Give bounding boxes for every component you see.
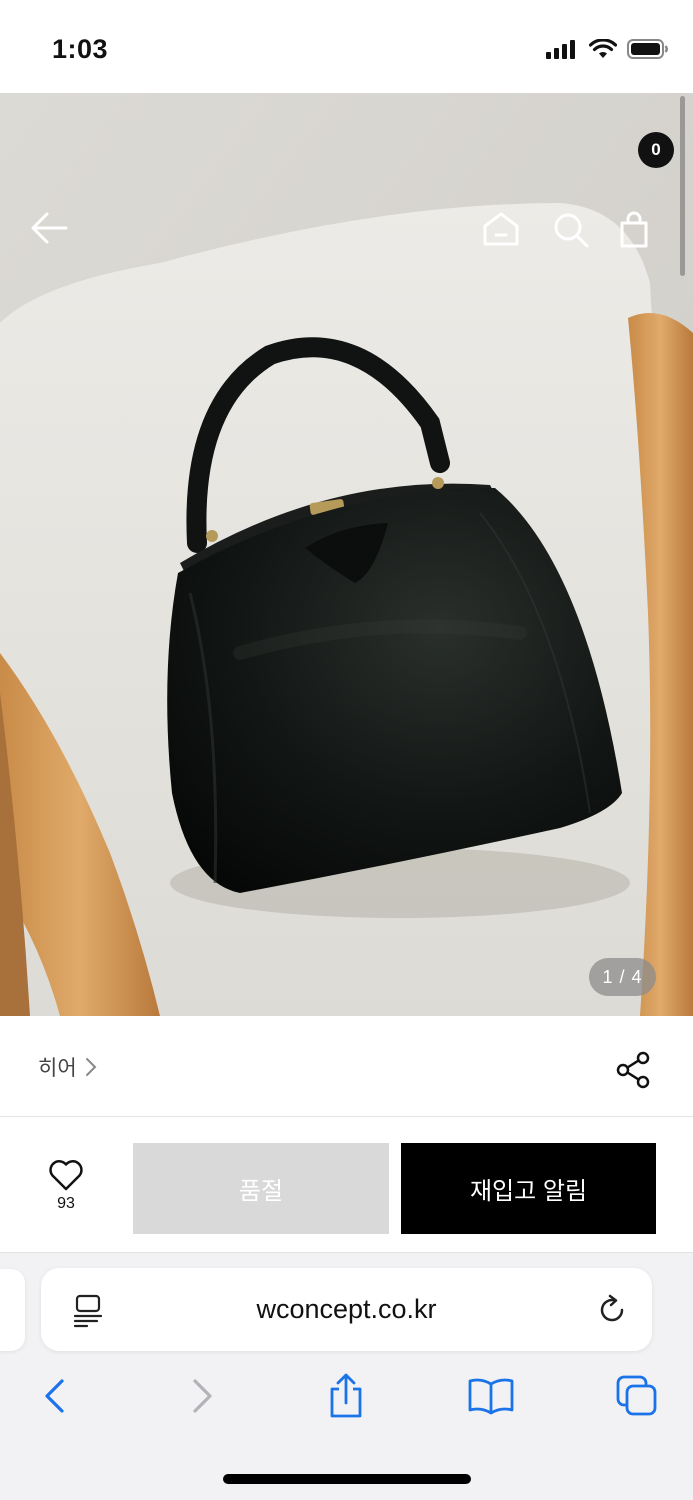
bookmarks-button[interactable]: [466, 1371, 516, 1421]
home-icon: [483, 212, 519, 246]
back-button[interactable]: [30, 211, 80, 261]
status-time: 1:03: [52, 34, 109, 64]
brand-row: 히어 F C B: [0, 1016, 693, 1132]
chevron-left-icon: [45, 1379, 64, 1413]
browser-back-button[interactable]: [29, 1371, 79, 1421]
shopping-bag-icon: [620, 211, 648, 248]
url-text: wconcept.co.kr: [256, 1294, 437, 1324]
browser-forward-button[interactable]: [178, 1371, 228, 1421]
cart-count-badge: 0: [638, 132, 674, 168]
arrow-left-icon: [31, 212, 68, 244]
status-bar: 1:03: [0, 0, 693, 93]
chevron-right-icon: [193, 1379, 212, 1413]
restock-alert-button[interactable]: 재입고 알림: [401, 1143, 656, 1234]
search-icon: [554, 213, 589, 248]
chevron-right-icon: [85, 1058, 97, 1076]
search-button[interactable]: [552, 211, 598, 257]
share-sheet-icon: [330, 1373, 362, 1418]
share-button[interactable]: [614, 1050, 654, 1090]
scroll-indicator[interactable]: [680, 96, 685, 276]
reload-icon[interactable]: [595, 1293, 629, 1327]
share-sheet-button[interactable]: [321, 1371, 371, 1421]
book-icon: [468, 1378, 514, 1415]
signal-icon: [546, 40, 575, 59]
like-count: 93: [57, 1195, 75, 1212]
cart-button[interactable]: [618, 211, 658, 257]
soldout-button[interactable]: 품절: [133, 1143, 389, 1234]
wifi-icon: [589, 39, 617, 58]
previous-tab-peek[interactable]: [0, 1269, 25, 1351]
share-icon: [616, 1051, 650, 1089]
heart-icon: [49, 1160, 83, 1191]
browser-toolbar: wconcept.co.kr: [0, 1252, 693, 1500]
tabs-icon: [616, 1375, 657, 1416]
home-indicator[interactable]: [223, 1474, 471, 1484]
like-button[interactable]: 93: [36, 1159, 96, 1213]
product-image-carousel[interactable]: 1 / 4: [0, 93, 693, 1016]
address-bar[interactable]: wconcept.co.kr: [41, 1268, 652, 1351]
home-button[interactable]: [482, 211, 528, 257]
purchase-action-bar: 93 품절 재입고 알림: [0, 1116, 693, 1252]
brand-name: 히어: [38, 1057, 77, 1080]
tabs-button[interactable]: [612, 1371, 662, 1421]
image-pager: 1 / 4: [589, 958, 656, 996]
status-icons: [545, 38, 669, 60]
battery-icon: [627, 39, 668, 59]
brand-link[interactable]: 히어: [38, 1052, 97, 1082]
